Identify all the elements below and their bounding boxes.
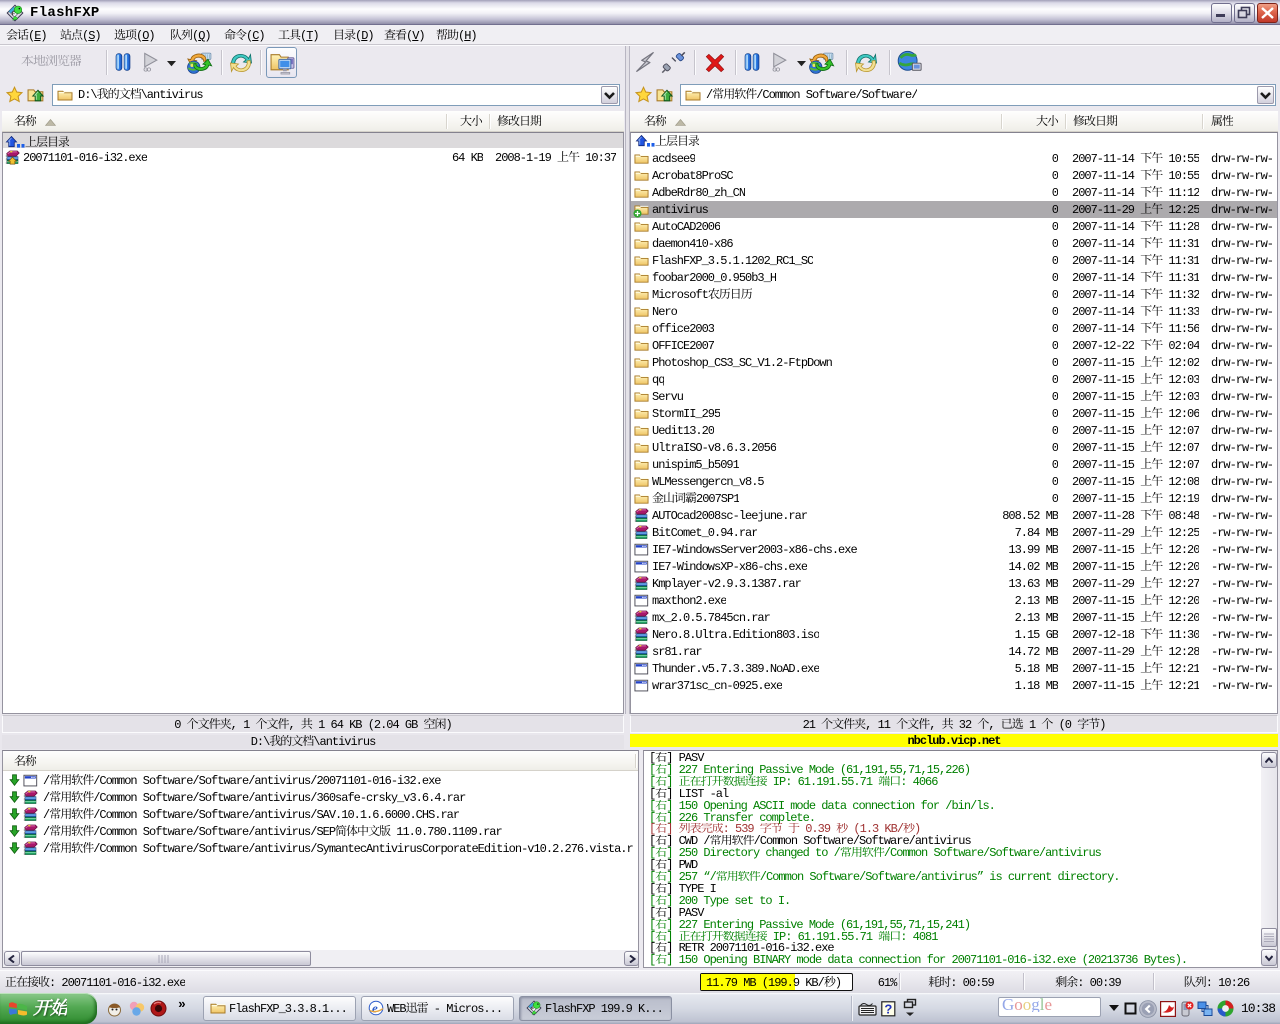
- svg-text:?: ?: [884, 1001, 892, 1016]
